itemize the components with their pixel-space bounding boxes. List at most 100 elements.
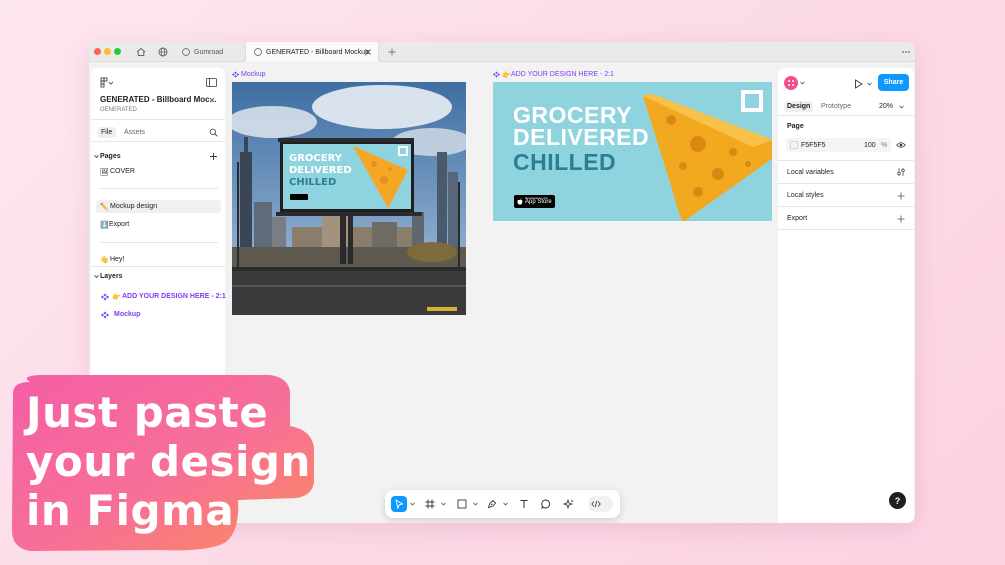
frame-hash-icon xyxy=(425,499,435,509)
search-icon[interactable] xyxy=(209,128,218,137)
new-tab-icon[interactable] xyxy=(386,46,398,58)
divider xyxy=(778,206,914,207)
add-style-icon[interactable] xyxy=(897,192,905,200)
apple-icon xyxy=(517,198,523,205)
component-icon xyxy=(101,293,109,301)
multiplayer-avatar[interactable] xyxy=(784,76,798,90)
page-item-mockup-design[interactable]: ✏️ Mockup design xyxy=(96,200,221,213)
cursor-arrow-icon xyxy=(395,499,404,509)
billboard-photo: GROCERY DELIVERED CHILLED xyxy=(232,82,466,315)
overlay-line-2: your design xyxy=(26,437,311,486)
eye-icon[interactable] xyxy=(896,141,906,149)
file-icon xyxy=(254,48,262,56)
layer-label: ADD YOUR DESIGN HERE - 2:1 xyxy=(122,293,226,300)
comment-icon xyxy=(541,499,551,509)
component-icon xyxy=(101,311,109,319)
component-icon xyxy=(232,71,239,78)
help-button[interactable]: ? xyxy=(889,492,906,509)
tab-prototype[interactable]: Prototype xyxy=(821,103,851,110)
toggle-sidebar-icon[interactable] xyxy=(206,78,217,87)
chevron-down-icon[interactable] xyxy=(410,502,415,506)
page-emoji: ✏️ xyxy=(100,204,109,211)
page-opacity: 100 xyxy=(864,142,876,149)
page-divider xyxy=(100,242,218,243)
code-icon xyxy=(591,500,601,508)
page-section-heading: Page xyxy=(787,123,804,130)
svg-text:GROCERY: GROCERY xyxy=(289,153,343,164)
bottom-toolbar xyxy=(385,490,620,518)
page-label: Mockup design xyxy=(110,203,158,210)
chevron-down-icon[interactable] xyxy=(800,81,805,85)
add-page-icon[interactable] xyxy=(209,152,218,161)
page-label: Hey! xyxy=(110,256,125,263)
tab-assets[interactable]: Assets xyxy=(124,129,145,136)
local-variables-label[interactable]: Local variables xyxy=(787,169,834,176)
home-icon[interactable] xyxy=(135,46,147,58)
file-name[interactable]: GENERATED - Billboard Moc... xyxy=(100,95,216,104)
ad-line-chilled: CHILLED xyxy=(513,149,617,175)
shape-tool-button[interactable] xyxy=(454,496,470,512)
tab-billboard-mockup[interactable]: GENERATED - Billboard Mockup xyxy=(245,42,379,62)
app-store-text: App Store xyxy=(525,199,552,205)
grid-icon xyxy=(788,80,794,86)
chevron-down-icon[interactable] xyxy=(867,82,872,86)
close-tab-icon[interactable] xyxy=(364,48,372,56)
tab-label: GENERATED - Billboard Mockup xyxy=(266,48,369,56)
frame-tool-button[interactable] xyxy=(422,496,438,512)
actions-tool-button[interactable] xyxy=(560,496,576,512)
minimize-window-button[interactable] xyxy=(104,48,111,55)
tab-label: Gumroad xyxy=(194,48,224,56)
layers-heading: Layers xyxy=(100,273,123,280)
share-label: Share xyxy=(883,79,904,86)
page-color-field[interactable]: F5F5F5 100 % xyxy=(786,138,891,152)
chevron-down-icon[interactable] xyxy=(503,502,508,506)
overlay-line-3: in Figma xyxy=(26,486,235,535)
chevron-down-icon[interactable] xyxy=(94,274,99,279)
component-icon xyxy=(493,71,500,78)
divider xyxy=(778,183,914,184)
tab-file[interactable]: File xyxy=(97,127,117,138)
chevron-down-icon[interactable] xyxy=(899,105,904,109)
main-menu-icon[interactable] xyxy=(100,77,114,89)
page-emoji: 👋 xyxy=(100,257,109,264)
title-bar: Gumroad GENERATED - Billboard Mockup xyxy=(89,42,915,62)
svg-text:CHILLED: CHILLED xyxy=(289,177,336,188)
color-swatch[interactable] xyxy=(790,141,798,149)
chevron-down-icon[interactable] xyxy=(473,502,478,506)
page-emoji: ⬇️ xyxy=(100,222,109,229)
zoom-level[interactable]: 20% xyxy=(879,103,893,110)
variables-adjust-icon[interactable] xyxy=(896,167,906,177)
pages-heading: Pages xyxy=(100,153,121,160)
help-label: ? xyxy=(894,495,901,506)
comment-tool-button[interactable] xyxy=(538,496,554,512)
project-name: GENERATED xyxy=(100,107,137,113)
tab-design[interactable]: Design xyxy=(784,101,814,112)
present-play-icon[interactable] xyxy=(854,79,863,89)
frame-label-text: Mockup xyxy=(241,71,266,78)
maximize-window-button[interactable] xyxy=(114,48,121,55)
overlay-line-1: Just paste xyxy=(26,388,269,437)
design-frame[interactable]: GROCERY DELIVERED CHILLED Download on th… xyxy=(493,82,772,221)
chevron-down-icon[interactable] xyxy=(94,154,99,159)
page-label: Export xyxy=(109,221,130,228)
divider xyxy=(91,119,225,120)
divider xyxy=(91,141,225,142)
move-tool-button[interactable] xyxy=(391,496,407,512)
tab-gumroad[interactable]: Gumroad xyxy=(174,42,244,62)
more-options-icon[interactable] xyxy=(900,46,912,58)
divider xyxy=(778,229,914,230)
brand-logo-icon xyxy=(741,90,763,112)
add-export-icon[interactable] xyxy=(897,215,905,223)
chevron-down-icon[interactable] xyxy=(441,502,446,506)
divider xyxy=(778,160,914,161)
chevron-down-icon[interactable] xyxy=(209,97,215,102)
text-tool-button[interactable] xyxy=(516,496,532,512)
close-window-button[interactable] xyxy=(94,48,101,55)
pen-tool-button[interactable] xyxy=(484,496,500,512)
community-globe-icon[interactable] xyxy=(157,46,169,58)
share-button[interactable]: Share xyxy=(878,74,909,91)
mockup-frame[interactable]: GROCERY DELIVERED CHILLED xyxy=(232,82,466,315)
rectangle-icon xyxy=(457,499,467,509)
dev-mode-toggle[interactable] xyxy=(588,496,613,512)
percent-sign: % xyxy=(881,142,888,149)
